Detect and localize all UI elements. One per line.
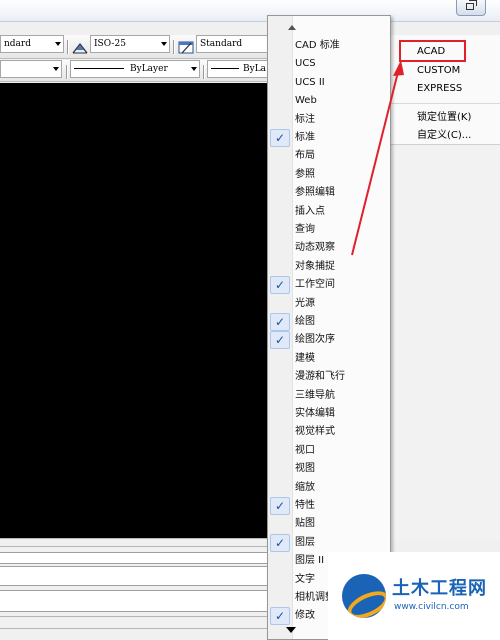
- text-style-combo[interactable]: ndard: [0, 35, 64, 53]
- table-style-icon[interactable]: [178, 39, 194, 55]
- menu-item[interactable]: 实体编辑: [295, 405, 335, 423]
- check-icon: ✓: [270, 607, 290, 626]
- menu-item[interactable]: 漫游和飞行: [295, 368, 345, 386]
- acad-highlight-box: [399, 40, 466, 62]
- linetype-sample: [74, 68, 124, 69]
- menu-item[interactable]: 图层: [295, 534, 315, 552]
- text-style-value: ndard: [4, 39, 31, 49]
- toolbar-context-menu: CAD 标准 UCS UCS II Web 标注 ✓ 标准 布局 参照 参照编辑 插入点 查询 动态观察…: [267, 15, 391, 640]
- dimension-style-value: ISO-25: [94, 39, 126, 49]
- check-icon: ✓: [270, 533, 290, 552]
- logo-mark-icon: [342, 574, 386, 618]
- menu-item[interactable]: 参照: [295, 166, 315, 184]
- divider: [0, 538, 270, 539]
- command-area: [0, 538, 270, 640]
- menu-item[interactable]: 贴图: [295, 515, 315, 533]
- menu-item[interactable]: 参照编辑: [295, 184, 335, 202]
- menu-item[interactable]: 工作空间: [295, 276, 335, 294]
- table-style-value: Standard: [200, 39, 243, 49]
- menu-item[interactable]: UCS: [295, 55, 316, 73]
- watermark-logo: 土木工程网 www.civilcn.com: [328, 552, 500, 640]
- linetype-combo[interactable]: ByLayer: [70, 60, 200, 78]
- menu-item[interactable]: 标注: [295, 111, 315, 129]
- dimension-style-combo[interactable]: ISO-25: [90, 35, 170, 53]
- drawing-canvas[interactable]: [0, 83, 270, 538]
- menu-item[interactable]: 动态观察: [295, 239, 335, 257]
- menu-item[interactable]: 对象捕捉: [295, 258, 335, 276]
- menu-item[interactable]: 图层 II: [295, 552, 324, 570]
- check-icon: ✓: [270, 276, 290, 295]
- check-icon: ✓: [270, 497, 290, 515]
- customize-item[interactable]: 自定义(C)...: [417, 126, 471, 141]
- dimension-style-icon[interactable]: [72, 39, 88, 55]
- menu-item[interactable]: 绘图次序: [295, 331, 335, 349]
- logo-url: www.civilcn.com: [394, 602, 469, 612]
- scroll-up-icon[interactable]: [288, 25, 296, 30]
- command-history: [0, 566, 270, 586]
- divider: [0, 546, 270, 547]
- chevron-down-icon: [53, 67, 59, 71]
- lineweight-value: ByLa: [243, 64, 267, 74]
- title-strip: [0, 0, 500, 22]
- menu-item[interactable]: 光源: [295, 295, 315, 313]
- menu-item[interactable]: 三维导航: [295, 387, 335, 405]
- menu-item[interactable]: 布局: [295, 147, 315, 165]
- menu-item[interactable]: Web: [295, 92, 317, 110]
- logo-title: 土木工程网: [392, 578, 487, 599]
- menu-separator: [390, 103, 500, 104]
- chevron-down-icon: [55, 42, 61, 46]
- table-style-combo[interactable]: Standard: [196, 35, 270, 53]
- toolbar-grip[interactable]: [66, 65, 68, 79]
- menu-item[interactable]: 建模: [295, 350, 315, 368]
- menu-item[interactable]: 修改: [295, 607, 315, 625]
- toolbar-grip[interactable]: [203, 65, 205, 79]
- menu-item[interactable]: 特性: [295, 497, 315, 515]
- menu-item[interactable]: 文字: [295, 571, 315, 589]
- menu-item[interactable]: 绘图: [295, 313, 315, 331]
- divider: [0, 616, 270, 617]
- menu-item[interactable]: 缩放: [295, 479, 315, 497]
- divider: [0, 628, 270, 629]
- menu-item[interactable]: UCS II: [295, 74, 325, 92]
- toolbar-grip[interactable]: [67, 40, 69, 54]
- menu-item[interactable]: 视口: [295, 442, 315, 460]
- lineweight-combo[interactable]: ByLa: [207, 60, 270, 78]
- restore-icon: [466, 0, 477, 10]
- check-icon: ✓: [270, 331, 290, 350]
- color-combo[interactable]: [0, 60, 62, 78]
- group-custom[interactable]: CUSTOM: [417, 65, 460, 76]
- menu-item[interactable]: 视觉样式: [295, 423, 335, 441]
- scroll-down-icon[interactable]: [286, 627, 296, 633]
- properties-toolbar: ByLayer ByLa: [0, 60, 270, 82]
- lineweight-sample: [211, 68, 239, 69]
- chevron-down-icon: [191, 67, 197, 71]
- menu-item[interactable]: CAD 标准: [295, 37, 340, 55]
- linetype-value: ByLayer: [130, 64, 168, 74]
- menu-item[interactable]: 标准: [295, 129, 315, 147]
- menu-item[interactable]: 查询: [295, 221, 315, 239]
- menu-item[interactable]: 视图: [295, 460, 315, 478]
- check-icon: ✓: [270, 129, 290, 147]
- layout-tabs-bar[interactable]: [0, 552, 270, 564]
- toolbar-grip[interactable]: [173, 40, 175, 54]
- group-express[interactable]: EXPRESS: [417, 83, 462, 94]
- check-icon: ✓: [270, 313, 290, 331]
- menu-item[interactable]: 插入点: [295, 203, 325, 221]
- restore-window-button[interactable]: [456, 0, 486, 16]
- command-line-input[interactable]: [0, 590, 270, 612]
- lock-position-item[interactable]: 锁定位置(K): [417, 108, 471, 123]
- styles-toolbar: ndard ISO-25 Standard: [0, 35, 270, 59]
- chevron-down-icon: [161, 42, 167, 46]
